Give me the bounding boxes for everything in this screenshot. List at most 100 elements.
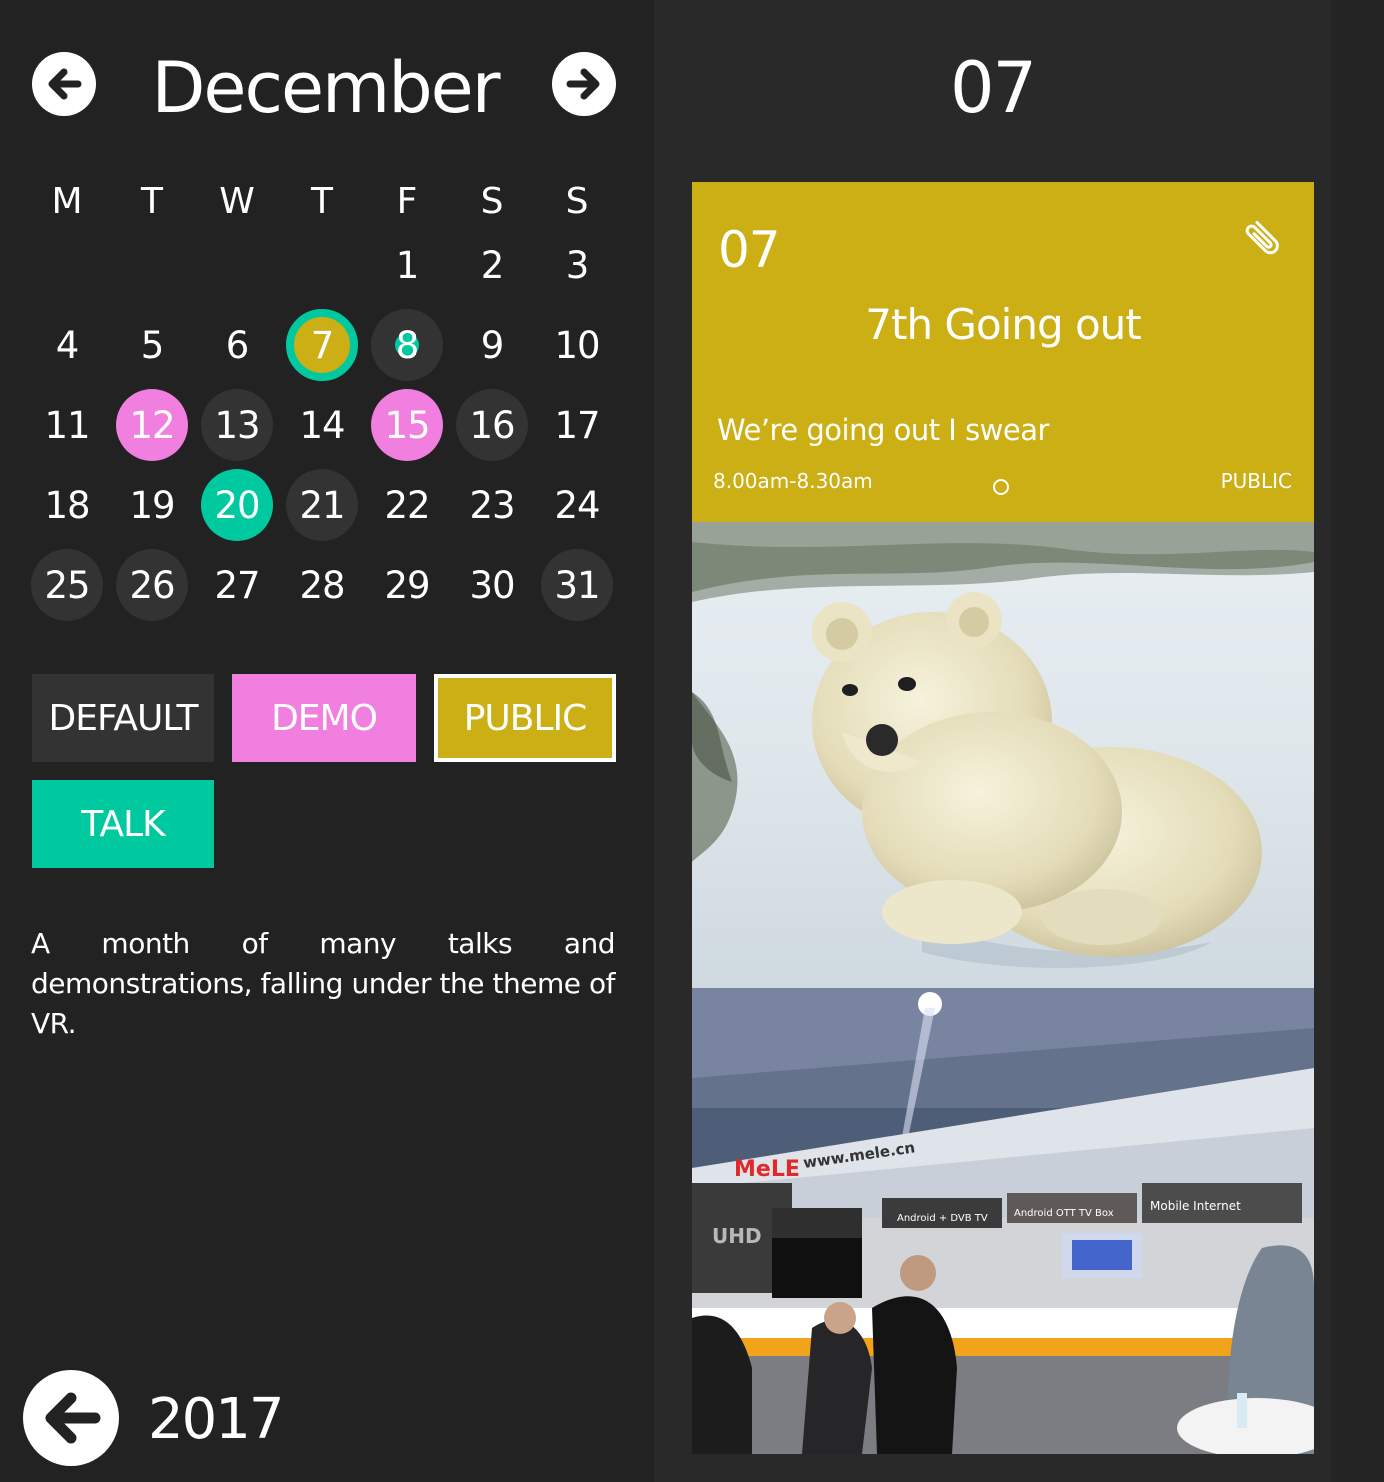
- day-number: 17: [554, 403, 600, 447]
- day-cell[interactable]: 11: [31, 389, 103, 461]
- weekday-thursday: T: [311, 181, 333, 222]
- day-number: 15: [384, 403, 430, 447]
- day-number: 25: [44, 563, 90, 607]
- weekday-saturday: S: [480, 181, 504, 222]
- day-number: 26: [129, 563, 175, 607]
- month-title: December: [151, 47, 501, 129]
- day-cell[interactable]: 8: [371, 309, 443, 381]
- day-cell[interactable]: 14: [286, 389, 358, 461]
- next-month-button[interactable]: [552, 52, 616, 116]
- side-strip: [1331, 0, 1384, 1482]
- day-cell[interactable]: 18: [31, 469, 103, 541]
- day-cell[interactable]: 21: [286, 469, 358, 541]
- day-number: 1: [395, 243, 420, 287]
- day-number: 20: [214, 483, 260, 527]
- day-number: 2: [480, 243, 505, 287]
- month-description: A month of many talks and demonstrations…: [31, 927, 616, 1040]
- day-cell[interactable]: 4: [31, 309, 103, 381]
- event-card[interactable]: 07 7th Going out We’re going out I swear…: [692, 182, 1314, 522]
- day-cell[interactable]: 20: [201, 469, 273, 541]
- event-title: 7th Going out: [865, 300, 1141, 349]
- prev-month-button[interactable]: [32, 52, 96, 116]
- arrow-right-icon: [566, 68, 600, 100]
- day-number: 4: [55, 323, 80, 367]
- booth-sign-text: Mobile Internet: [1150, 1199, 1241, 1213]
- category-default-button[interactable]: DEFAULT: [32, 674, 214, 762]
- day-number: 5: [140, 323, 165, 367]
- weekday-friday: F: [396, 181, 418, 222]
- day-cell[interactable]: 27: [201, 549, 273, 621]
- day-cell[interactable]: 13: [201, 389, 273, 461]
- category-talk-button[interactable]: TALK: [32, 780, 214, 868]
- category-public-button[interactable]: PUBLIC: [434, 674, 616, 762]
- day-cell[interactable]: 17: [541, 389, 613, 461]
- day-cell[interactable]: 30: [456, 549, 528, 621]
- day-cell[interactable]: 25: [31, 549, 103, 621]
- day-number: 30: [469, 563, 515, 607]
- day-number: 12: [129, 403, 175, 447]
- day-cell[interactable]: 23: [456, 469, 528, 541]
- selected-day-title: 07: [949, 47, 1037, 129]
- day-number: 27: [214, 563, 260, 607]
- booth-sign-text: Android + DVB TV: [897, 1213, 988, 1224]
- category-demo-button[interactable]: DEMO: [232, 674, 416, 762]
- day-cell[interactable]: 2: [456, 229, 528, 301]
- booth-brand-text: MeLE: [734, 1157, 800, 1182]
- day-cell[interactable]: 26: [116, 549, 188, 621]
- day-number: 6: [225, 323, 250, 367]
- day-number: 29: [384, 563, 430, 607]
- event-time: 8.00am-8.30am: [713, 469, 873, 493]
- day-cell[interactable]: 19: [116, 469, 188, 541]
- event-category: PUBLIC: [1220, 469, 1292, 493]
- day-number: 28: [299, 563, 345, 607]
- day-number: 14: [299, 403, 345, 447]
- calendar-panel: December M T W T F S S 1 2 3 4 5 6 7 8 9…: [0, 0, 654, 1482]
- day-cell[interactable]: 10: [541, 309, 613, 381]
- day-cell[interactable]: 9: [456, 309, 528, 381]
- day-number: 10: [554, 323, 600, 367]
- weekday-tuesday: T: [141, 181, 163, 222]
- day-number: 8: [395, 323, 420, 367]
- event-photo-booth[interactable]: MeLE www.mele.cn UHD Android + DVB TV An…: [692, 988, 1314, 1454]
- day-number: 24: [554, 483, 600, 527]
- day-number: 11: [44, 403, 90, 447]
- day-cell[interactable]: 15: [371, 389, 443, 461]
- day-number: 13: [214, 403, 260, 447]
- day-cell[interactable]: 12: [116, 389, 188, 461]
- weekday-sunday: S: [565, 181, 589, 222]
- day-cell[interactable]: 28: [286, 549, 358, 621]
- day-number: 21: [299, 483, 345, 527]
- paperclip-icon[interactable]: [1240, 214, 1288, 262]
- day-cell[interactable]: 6: [201, 309, 273, 381]
- day-cell[interactable]: 16: [456, 389, 528, 461]
- day-number: 16: [469, 403, 515, 447]
- weekday-wednesday: W: [219, 181, 255, 222]
- day-cell-selected[interactable]: 7: [286, 309, 358, 381]
- event-date: 07: [718, 221, 781, 279]
- booth-sign-text: Android OTT TV Box: [1014, 1208, 1114, 1219]
- arrow-left-icon: [48, 68, 82, 100]
- day-number: 31: [554, 563, 600, 607]
- day-cell[interactable]: 29: [371, 549, 443, 621]
- day-number: 18: [44, 483, 90, 527]
- day-cell[interactable]: 3: [541, 229, 613, 301]
- booth-uhd-text: UHD: [712, 1224, 762, 1248]
- day-cell[interactable]: 31: [541, 549, 613, 621]
- event-photo-polar-bear[interactable]: [692, 522, 1314, 988]
- back-year-button[interactable]: [23, 1370, 119, 1466]
- arrow-left-icon: [45, 1392, 101, 1444]
- day-cell[interactable]: 24: [541, 469, 613, 541]
- day-cell[interactable]: 1: [371, 229, 443, 301]
- page-indicator-icon[interactable]: [993, 479, 1009, 495]
- day-number: 23: [469, 483, 515, 527]
- weekday-monday: M: [51, 181, 83, 222]
- day-cell[interactable]: 22: [371, 469, 443, 541]
- day-number: 3: [565, 243, 590, 287]
- event-description: We’re going out I swear: [717, 413, 1049, 447]
- day-number: 9: [480, 323, 505, 367]
- day-number: 7: [310, 323, 335, 367]
- year-label: 2017: [148, 1387, 285, 1452]
- day-number: 22: [384, 483, 430, 527]
- day-cell[interactable]: 5: [116, 309, 188, 381]
- day-number: 19: [129, 483, 175, 527]
